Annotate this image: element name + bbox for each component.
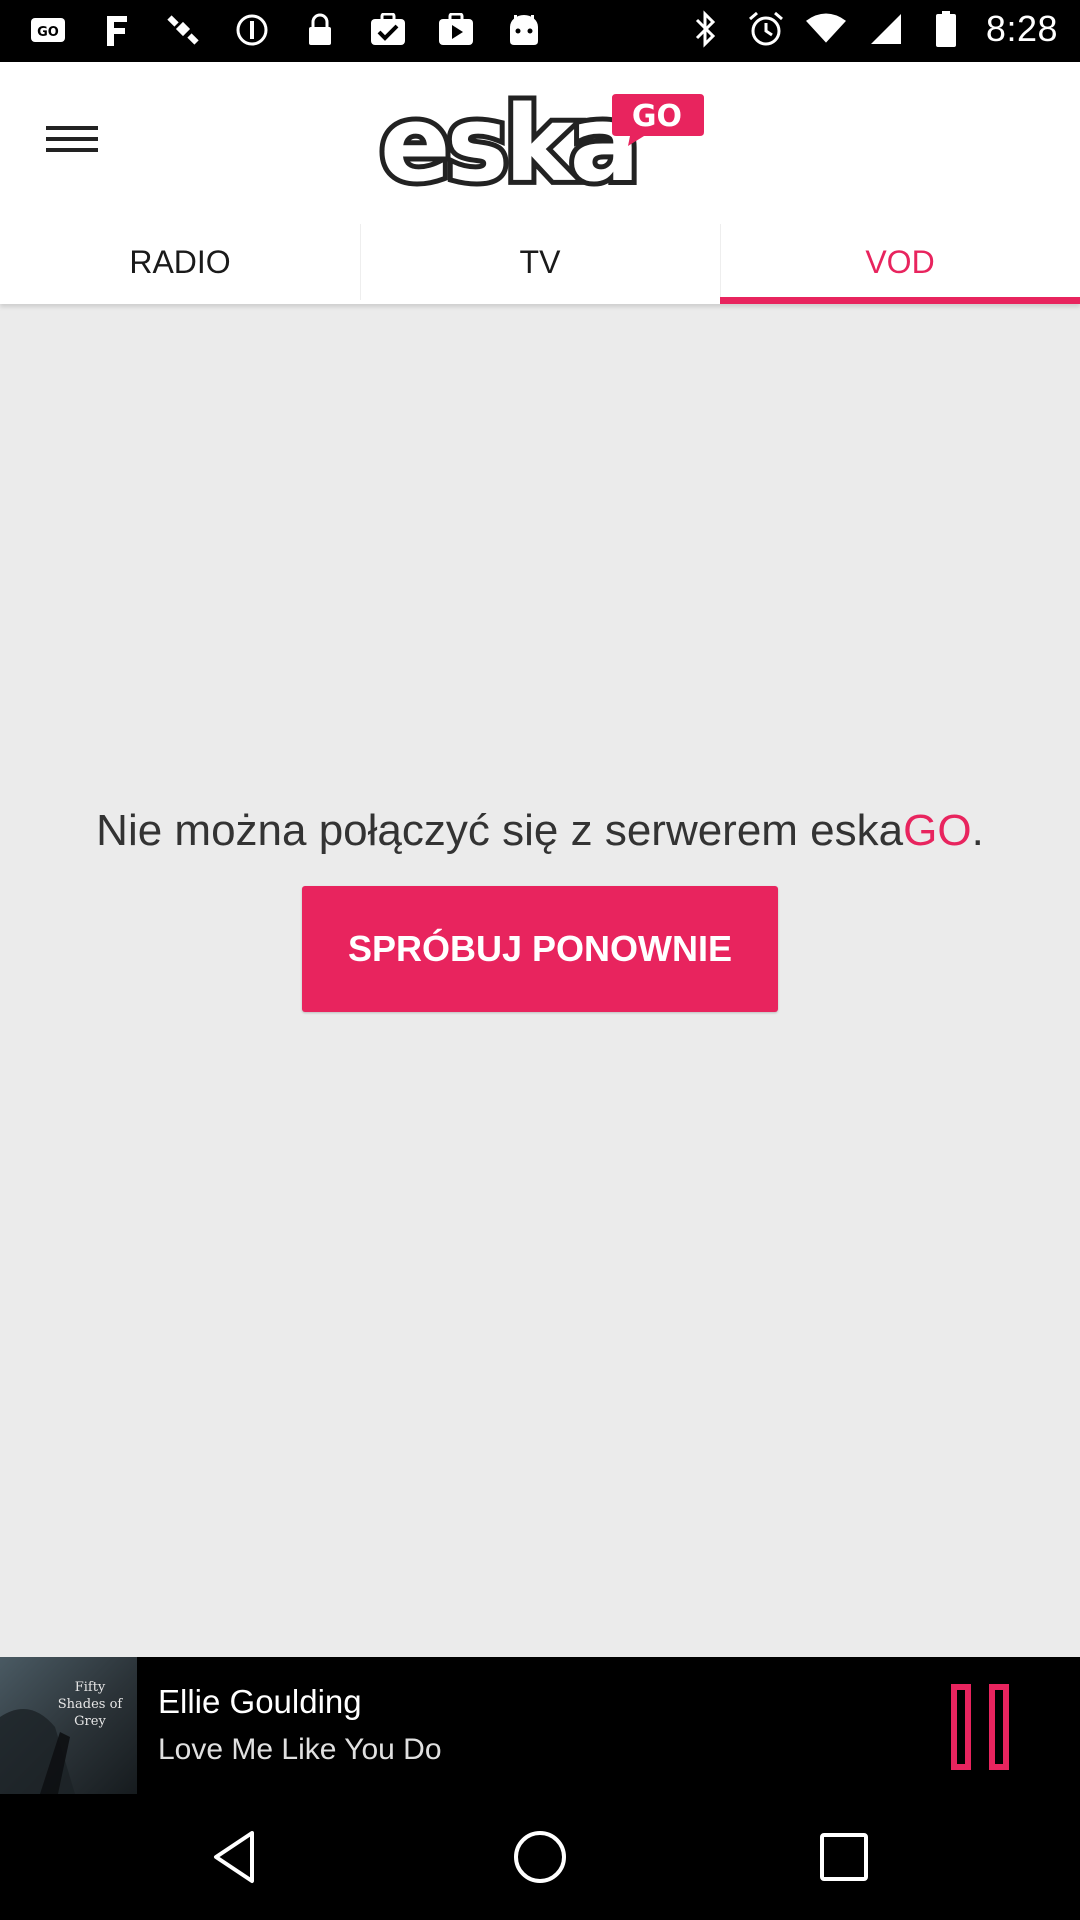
clock: 8:28: [985, 8, 1058, 49]
status-bar: GO 8:28: [0, 0, 1080, 62]
battery-icon: [926, 9, 966, 49]
wifi-icon: [805, 9, 846, 49]
system-icons: 8:28: [686, 8, 1058, 50]
logo-go-text: GO: [632, 99, 682, 134]
bluetooth-icon: [686, 9, 726, 49]
eskago-notification-icon: GO: [28, 10, 68, 50]
eskago-logo: eska GO: [375, 83, 710, 205]
error-brand-text: GO: [903, 806, 972, 855]
recent-apps-icon[interactable]: [814, 1827, 874, 1887]
track-title: Love Me Like You Do: [158, 1733, 442, 1766]
app-header: eska GO RADIO TV VOD: [0, 62, 1080, 304]
svg-text:GO: GO: [37, 25, 59, 40]
tab-tv[interactable]: TV: [360, 220, 720, 304]
tab-radio[interactable]: RADIO: [0, 220, 360, 304]
track-artist: Ellie Goulding: [158, 1683, 362, 1720]
android-icon: [504, 10, 544, 50]
signal-icon: [866, 9, 906, 49]
alarm-icon: [746, 9, 786, 49]
hamburger-menu-icon[interactable]: [44, 114, 104, 164]
home-icon[interactable]: [510, 1827, 570, 1887]
connection-error-message: Nie można połączyć się z serwerem eskaGO…: [0, 806, 1080, 856]
system-nav-bar: [0, 1794, 1080, 1920]
notification-icons: GO: [28, 10, 544, 50]
logo-go-badge: GO: [612, 94, 704, 146]
now-playing-bar[interactable]: Fifty Shades of Grey Ellie Goulding Love…: [0, 1657, 1080, 1794]
error-suffix: .: [971, 806, 984, 855]
tab-bar: RADIO TV VOD: [0, 220, 1080, 304]
retry-button[interactable]: SPRÓBUJ PONOWNIE: [302, 886, 778, 1012]
play-store-icon: [436, 10, 476, 50]
tab-vod[interactable]: VOD: [720, 220, 1080, 304]
pause-icon[interactable]: [946, 1683, 1016, 1771]
lock-icon: [300, 10, 340, 50]
error-text: Nie można połączyć się z serwerem eska: [96, 806, 904, 855]
album-cover: Fifty Shades of Grey: [0, 1657, 137, 1794]
sync-icon: [232, 10, 272, 50]
album-cover-title: Fifty Shades of Grey: [57, 1680, 123, 1729]
task-check-icon: [368, 10, 408, 50]
back-icon[interactable]: [206, 1827, 266, 1887]
satellite-icon: [164, 10, 204, 50]
logo-wordmark: eska: [375, 83, 645, 205]
fake-gps-icon: [96, 10, 136, 50]
